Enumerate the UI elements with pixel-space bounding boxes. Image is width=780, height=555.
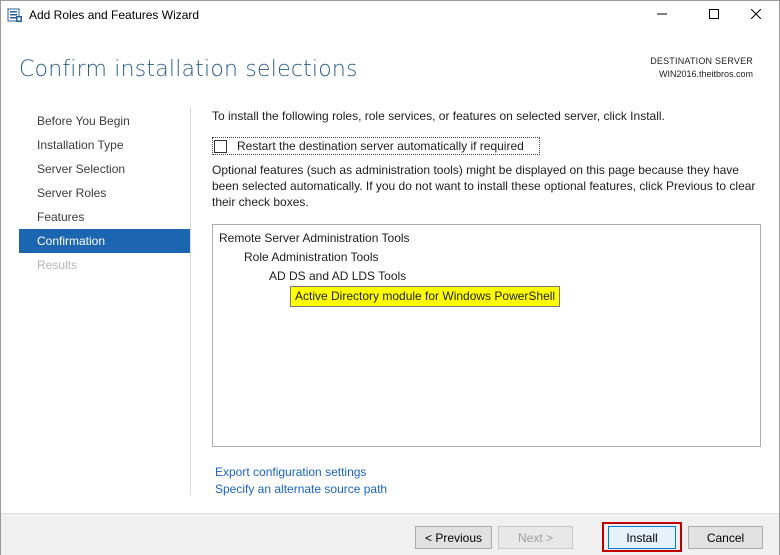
selections-list[interactable]: Remote Server Administration Tools Role … xyxy=(212,224,761,447)
close-button[interactable] xyxy=(733,1,779,29)
nav-item-server-roles[interactable]: Server Roles xyxy=(19,181,190,205)
nav-item-before-you-begin[interactable]: Before You Begin xyxy=(19,109,190,133)
previous-button[interactable]: < Previous xyxy=(415,526,492,549)
highlighted-list-item: Active Directory module for Windows Powe… xyxy=(290,286,561,307)
server-manager-icon xyxy=(7,7,23,23)
nav-item-results: Results xyxy=(37,258,78,272)
maximize-button[interactable] xyxy=(691,1,737,29)
maximize-icon xyxy=(709,8,719,22)
intro-text: To install the following roles, role ser… xyxy=(212,109,665,123)
title-bar[interactable]: Add Roles and Features Wizard xyxy=(1,1,779,29)
list-item: Role Administration Tools xyxy=(244,250,379,264)
wizard-window: Add Roles and Features Wizard Confirm in… xyxy=(0,0,780,555)
destination-server-name: WIN2016.theitbros.com xyxy=(658,69,753,79)
wizard-header: Confirm installation selections DESTINAT… xyxy=(1,29,779,101)
cancel-button[interactable]: Cancel xyxy=(688,526,763,549)
list-item: Remote Server Administration Tools xyxy=(219,231,410,245)
nav-item-features[interactable]: Features xyxy=(19,205,190,229)
restart-checkbox[interactable] xyxy=(214,139,227,153)
minimize-icon xyxy=(657,8,667,22)
export-configuration-link[interactable]: Export configuration settings xyxy=(215,465,366,479)
install-button[interactable]: Install xyxy=(608,526,676,549)
list-item: AD DS and AD LDS Tools xyxy=(269,269,407,283)
nav-item-server-selection[interactable]: Server Selection xyxy=(19,157,190,181)
optional-features-note: Optional features (such as administratio… xyxy=(212,163,756,209)
page-title: Confirm installation selections xyxy=(19,57,358,82)
next-button: Next > xyxy=(498,526,573,549)
nav-item-installation-type[interactable]: Installation Type xyxy=(19,133,190,157)
alternate-source-link[interactable]: Specify an alternate source path xyxy=(215,482,387,496)
restart-checkbox-label[interactable]: Restart the destination server automatic… xyxy=(237,139,524,153)
nav-divider xyxy=(190,107,191,495)
wizard-nav: Before You Begin Installation Type Serve… xyxy=(19,109,190,277)
minimize-button[interactable] xyxy=(639,1,685,29)
nav-item-confirmation[interactable]: Confirmation xyxy=(19,229,190,253)
restart-checkbox-row[interactable]: Restart the destination server automatic… xyxy=(212,137,540,155)
window-title: Add Roles and Features Wizard xyxy=(29,8,200,22)
close-icon xyxy=(750,8,762,22)
destination-server-label: DESTINATION SERVER xyxy=(650,56,753,66)
